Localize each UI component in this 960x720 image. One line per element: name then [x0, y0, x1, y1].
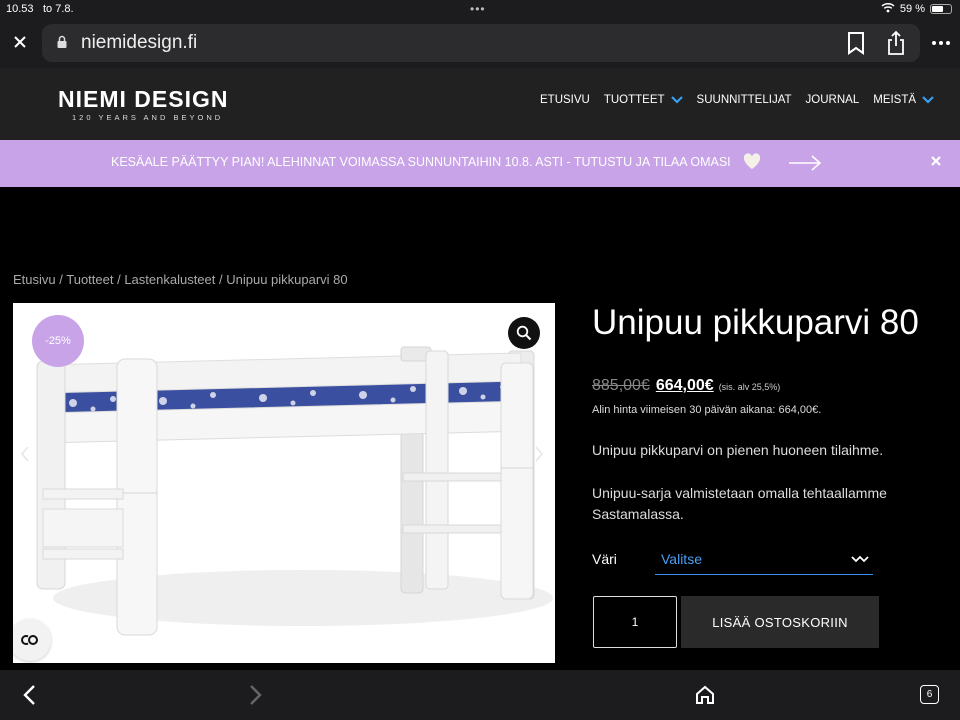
price-row: 885,00€ 664,00€ (sis. alv 25,5%)	[592, 377, 780, 395]
chevron-right-icon	[535, 446, 544, 462]
status-bar: 10.53 to 7.8. ••• 59 %	[0, 0, 960, 18]
close-icon	[931, 156, 941, 166]
promo-banner-text[interactable]: KESÄALE PÄÄTTYY PIAN! ALEHINNAT VOIMASSA…	[111, 155, 731, 169]
product-title: Unipuu pikkuparvi 80	[592, 303, 919, 342]
promo-banner[interactable]: KESÄALE PÄÄTTYY PIAN! ALEHINNAT VOIMASSA…	[0, 140, 960, 187]
product-description-2: Unipuu-sarja valmistetaan omalla tehtaal…	[592, 485, 887, 522]
status-date: to 7.8.	[43, 3, 74, 15]
chevron-down-icon	[851, 552, 869, 570]
sale-price: 664,00€	[655, 377, 714, 394]
vat-note: (sis. alv 25,5%)	[718, 382, 781, 392]
breadcrumb: Etusivu / Tuotteet / Lastenkalusteet / U…	[13, 272, 348, 287]
color-select-value: Valitse	[661, 551, 702, 567]
site-header: NIEMI DESIGN 120 YEARS AND BEYOND ETUSIV…	[0, 68, 960, 140]
browser-toolbar: 6	[0, 670, 960, 720]
magnifier-icon	[516, 325, 532, 341]
lowest-price-note: Alin hinta viimeisen 30 päivän aikana: 6…	[592, 404, 822, 416]
logo-name: NIEMI DESIGN	[58, 86, 229, 112]
arrow-right-icon[interactable]	[788, 153, 822, 178]
site-logo[interactable]: NIEMI DESIGN 120 YEARS AND BEYOND	[58, 86, 228, 122]
breadcrumb-item-etusivu[interactable]: Etusivu	[13, 272, 56, 287]
address-bar[interactable]: niemidesign.fi	[42, 24, 920, 62]
zoom-button[interactable]	[508, 317, 540, 349]
url-text[interactable]: niemidesign.fi	[81, 32, 197, 54]
breadcrumb-item-tuotteet[interactable]: Tuotteet	[66, 272, 113, 287]
back-button[interactable]	[20, 684, 40, 711]
home-icon	[696, 685, 714, 704]
share-icon[interactable]	[885, 30, 907, 61]
home-button[interactable]	[694, 684, 716, 711]
close-tab-button[interactable]	[8, 30, 32, 54]
product-image	[13, 303, 555, 663]
forward-button[interactable]	[245, 684, 265, 711]
browser-url-row: niemidesign.fi	[0, 18, 960, 68]
logo-tagline: 120 YEARS AND BEYOND	[72, 113, 224, 122]
multitask-dots[interactable]: •••	[470, 2, 486, 16]
nav-item-meista[interactable]: MEISTÄ	[873, 94, 934, 106]
wifi-icon	[881, 2, 895, 16]
gallery-next-button[interactable]	[533, 445, 545, 468]
old-price: 885,00€	[592, 377, 650, 394]
close-banner-button[interactable]	[930, 154, 942, 172]
sale-badge: -25%	[32, 315, 84, 367]
nav-item-tuotteet[interactable]: TUOTTEET	[604, 94, 683, 106]
breadcrumb-item-lastenkalusteet[interactable]: Lastenkalusteet	[124, 272, 215, 287]
battery-icon	[930, 4, 952, 14]
tabs-button[interactable]: 6	[920, 685, 939, 704]
chevron-down-icon	[922, 96, 934, 104]
lock-icon	[56, 35, 68, 54]
heart-icon	[743, 153, 761, 175]
nav-item-suunnittelijat[interactable]: SUUNNITTELIJAT	[697, 94, 792, 106]
cookie-consent-icon	[21, 635, 38, 645]
chevron-down-icon	[670, 96, 683, 104]
chevron-right-icon	[250, 685, 262, 705]
color-label: Väri	[592, 551, 617, 567]
chevron-left-icon	[23, 685, 35, 705]
status-time: 10.53	[6, 3, 34, 15]
breadcrumb-item-current: Unipuu pikkuparvi 80	[226, 272, 348, 287]
close-icon	[14, 36, 26, 48]
color-select[interactable]: Valitse	[655, 544, 873, 575]
nav-item-journal[interactable]: JOURNAL	[806, 94, 860, 106]
battery-percent: 59 %	[899, 3, 925, 15]
chevron-left-icon	[20, 446, 29, 462]
quantity-input[interactable]: 1	[593, 596, 677, 648]
browser-window: 10.53 to 7.8. ••• 59 % niemidesign.fi NI…	[0, 0, 960, 720]
product-description-1: Unipuu pikkuparvi on pienen huoneen tila…	[592, 442, 884, 458]
main-nav: ETUSIVU TUOTTEET SUUNNITTELIJAT JOURNAL …	[540, 94, 948, 106]
more-options-button[interactable]	[930, 33, 952, 53]
gallery-prev-button[interactable]	[19, 445, 31, 468]
add-to-cart-button[interactable]: LISÄÄ OSTOSKORIIN	[681, 596, 879, 648]
bookmark-icon[interactable]	[845, 31, 867, 60]
product-image-gallery[interactable]: -25%	[13, 303, 555, 663]
nav-item-etusivu[interactable]: ETUSIVU	[540, 94, 590, 106]
